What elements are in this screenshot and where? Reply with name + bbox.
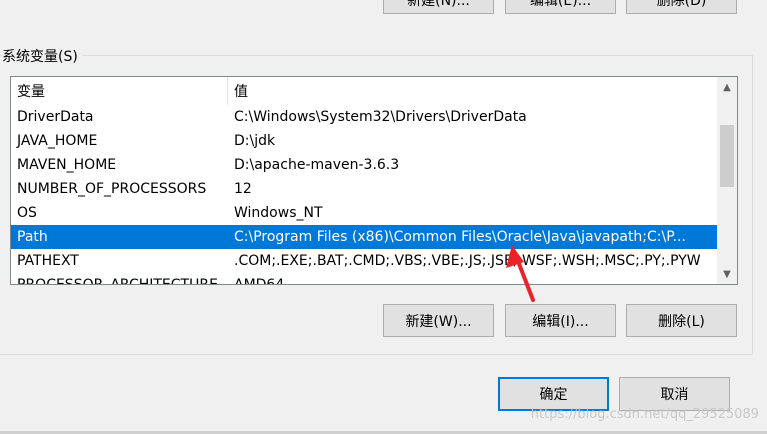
column-header-value[interactable]: 值 (228, 77, 717, 105)
user-new-button[interactable]: 新建(N)... (383, 0, 494, 14)
scroll-down-arrow-icon[interactable]: ▼ (717, 264, 737, 284)
var-name: PROCESSOR_ARCHITECTURE (17, 277, 218, 285)
table-row-selected[interactable]: Path C:\Program Files (x86)\Common Files… (11, 225, 717, 249)
user-edit-button-label: 编辑(E)... (529, 0, 592, 9)
scroll-up-arrow-icon[interactable]: ▲ (717, 77, 737, 97)
var-value: 12 (234, 181, 252, 197)
system-vars-listview[interactable]: 变量 值 DriverData C:\Windows\System32\Driv… (10, 76, 738, 285)
system-new-button-label: 新建(W)... (405, 313, 472, 330)
var-value: AMD64 (234, 277, 285, 285)
ok-button-label: 确定 (539, 387, 568, 403)
var-value: C:\Program Files (x86)\Common Files\Orac… (234, 229, 686, 245)
system-delete-button[interactable]: 删除(L) (626, 304, 737, 337)
user-delete-button[interactable]: 删除(D) (626, 0, 737, 14)
user-new-button-label: 新建(N)... (407, 0, 470, 9)
table-row[interactable]: MAVEN_HOME D:\apache-maven-3.6.3 (11, 153, 717, 177)
user-edit-button[interactable]: 编辑(E)... (505, 0, 616, 14)
var-name: MAVEN_HOME (17, 157, 117, 173)
var-value: C:\Windows\System32\Drivers\DriverData (234, 109, 527, 125)
cancel-button[interactable]: 取消 (619, 377, 730, 411)
table-row[interactable]: DriverData C:\Windows\System32\Drivers\D… (11, 105, 717, 129)
listview-header: 变量 值 (11, 77, 717, 105)
column-header-name[interactable]: 变量 (11, 77, 228, 105)
table-row[interactable]: JAVA_HOME D:\jdk (11, 129, 717, 153)
var-value: Windows_NT (234, 205, 323, 221)
var-value: .COM;.EXE;.BAT;.CMD;.VBS;.VBE;.JS;.JSE;.… (234, 253, 701, 269)
var-name: PATHEXT (17, 253, 79, 269)
user-delete-button-label: 删除(D) (656, 0, 707, 9)
var-value: D:\apache-maven-3.6.3 (234, 157, 400, 173)
var-name: Path (17, 229, 48, 245)
watermark-text: https://blog.csdn.net/qq_29525089 (530, 407, 759, 422)
var-name: JAVA_HOME (17, 133, 98, 149)
vertical-scrollbar[interactable]: ▲ ▼ (717, 77, 737, 284)
system-delete-button-label: 删除(L) (658, 313, 705, 330)
system-new-button[interactable]: 新建(W)... (383, 304, 494, 337)
system-vars-group-label: 系统变量(S) (2, 46, 82, 66)
table-row[interactable]: OS Windows_NT (11, 201, 717, 225)
var-name: NUMBER_OF_PROCESSORS (17, 181, 207, 197)
var-name: DriverData (17, 109, 94, 125)
ok-button[interactable]: 确定 (498, 377, 609, 411)
table-row[interactable]: PATHEXT .COM;.EXE;.BAT;.CMD;.VBS;.VBE;.J… (11, 249, 717, 273)
cancel-button-label: 取消 (660, 387, 689, 403)
table-row[interactable]: PROCESSOR_ARCHITECTURE AMD64 (11, 273, 717, 285)
scrollbar-thumb[interactable] (720, 125, 734, 187)
system-edit-button-label: 编辑(I)... (532, 313, 589, 330)
system-edit-button[interactable]: 编辑(I)... (505, 304, 616, 337)
var-value: D:\jdk (234, 133, 276, 149)
listview-body: DriverData C:\Windows\System32\Drivers\D… (11, 105, 717, 285)
table-row[interactable]: NUMBER_OF_PROCESSORS 12 (11, 177, 717, 201)
var-name: OS (17, 205, 37, 221)
